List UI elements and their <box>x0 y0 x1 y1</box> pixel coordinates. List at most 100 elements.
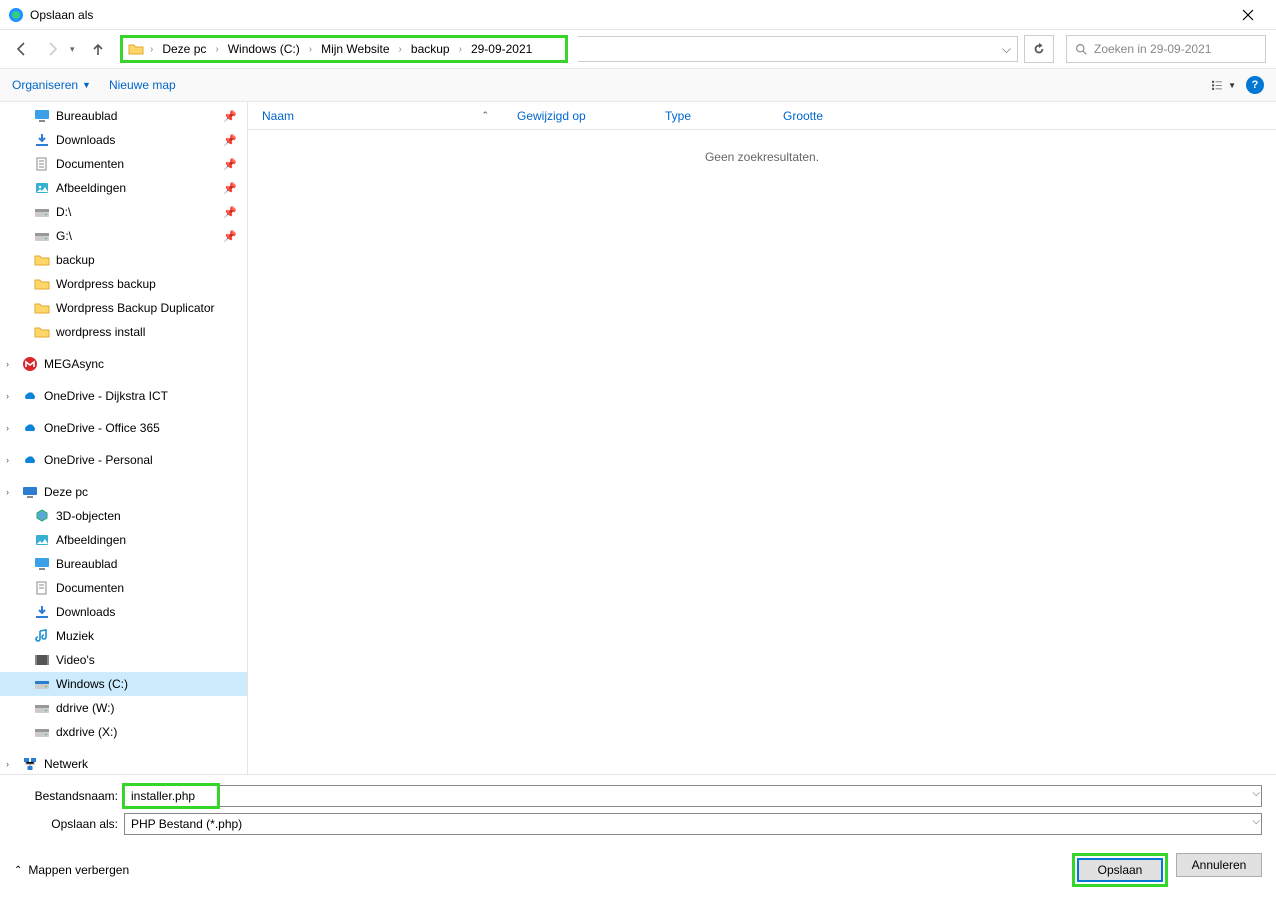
empty-results-message: Geen zoekresultaten. <box>248 130 1276 164</box>
network-icon <box>22 756 38 772</box>
up-button[interactable] <box>86 37 110 61</box>
column-size[interactable]: Grootte <box>769 109 889 123</box>
tree-item-label: wordpress install <box>56 325 145 339</box>
tree-item[interactable]: Afbeeldingen <box>0 528 247 552</box>
tree-item[interactable]: Bureaublad <box>0 552 247 576</box>
chevron-down-icon: ▼ <box>1228 81 1236 90</box>
pin-icon: 📌 <box>223 158 237 171</box>
column-name[interactable]: Naam ⌃ <box>248 109 503 123</box>
tree-item-label: dxdrive (X:) <box>56 725 117 739</box>
expand-chevron-icon[interactable]: › <box>6 359 9 369</box>
tree-item[interactable]: 3D-objecten <box>0 504 247 528</box>
tree-item[interactable]: Wordpress backup <box>0 272 247 296</box>
breadcrumb-item[interactable]: 29-09-2021 <box>467 40 536 58</box>
tree-item-label: Deze pc <box>44 485 88 499</box>
pictures-lib-icon <box>34 532 50 548</box>
tree-item-label: G:\ <box>56 229 72 243</box>
tree-item-label: Documenten <box>56 581 124 595</box>
organize-button[interactable]: Organiseren ▼ <box>12 78 91 92</box>
tree-item-label: Bureaublad <box>56 109 117 123</box>
video-icon <box>34 652 50 668</box>
filename-input[interactable] <box>124 785 1262 807</box>
tree-item[interactable]: ›Netwerk <box>0 752 247 774</box>
tree-item[interactable]: Wordpress Backup Duplicator <box>0 296 247 320</box>
tree-item[interactable]: › OneDrive - Office 365 <box>0 416 247 440</box>
tree-item[interactable]: › OneDrive - Personal <box>0 448 247 472</box>
download-lib-icon <box>34 604 50 620</box>
refresh-button[interactable] <box>1024 35 1054 63</box>
tree-item[interactable]: ›MEGAsync <box>0 352 247 376</box>
forward-button[interactable] <box>40 37 64 61</box>
tree-item[interactable]: wordpress install <box>0 320 247 344</box>
tree-item[interactable]: ›OneDrive - Dijkstra ICT <box>0 384 247 408</box>
tree-item-label: Downloads <box>56 605 115 619</box>
tree-item[interactable]: Downloads <box>0 600 247 624</box>
tree-item[interactable]: backup <box>0 248 247 272</box>
search-placeholder: Zoeken in 29-09-2021 <box>1094 42 1211 56</box>
column-type[interactable]: Type <box>651 109 769 123</box>
expand-chevron-icon[interactable]: › <box>6 487 9 497</box>
tree-item[interactable]: dxdrive (X:) <box>0 720 247 744</box>
saveas-label: Opslaan als: <box>14 817 124 831</box>
tree-item[interactable]: D:\📌 <box>0 200 247 224</box>
expand-chevron-icon[interactable]: › <box>6 423 9 433</box>
help-button[interactable]: ? <box>1246 76 1264 94</box>
file-list-area: Naam ⌃ Gewijzigd op Type Grootte Geen zo… <box>248 102 1276 774</box>
chevron-right-icon: › <box>456 44 465 55</box>
onedrive-icon <box>22 452 38 468</box>
save-footer: Bestandsnaam: ⌵ Opslaan als: ⌵ ⌃ Mappen … <box>0 774 1276 897</box>
tree-item[interactable]: Bureaublad📌 <box>0 104 247 128</box>
search-input[interactable]: Zoeken in 29-09-2021 <box>1066 35 1266 63</box>
folder-icon <box>34 252 50 268</box>
save-button[interactable]: Opslaan <box>1077 858 1163 882</box>
chevron-up-icon: ⌃ <box>14 865 22 876</box>
tree-item[interactable]: Windows (C:) <box>0 672 247 696</box>
titlebar: Opslaan als <box>0 0 1276 30</box>
tree-item[interactable]: Documenten 📌 <box>0 152 247 176</box>
desktop-blue-icon <box>34 108 50 124</box>
tree-item[interactable]: Muziek <box>0 624 247 648</box>
breadcrumb[interactable]: › Deze pc › Windows (C:) › Mijn Website … <box>120 35 568 63</box>
breadcrumb-dropdown[interactable]: ⌵ <box>578 36 1019 62</box>
onedrive-icon <box>22 388 38 404</box>
pictures-icon <box>34 180 50 196</box>
hide-folders-toggle[interactable]: ⌃ Mappen verbergen <box>14 863 129 877</box>
tree-item[interactable]: Downloads📌 <box>0 128 247 152</box>
close-button[interactable] <box>1228 0 1268 30</box>
breadcrumb-item[interactable]: Deze pc <box>158 40 210 58</box>
breadcrumb-item[interactable]: Mijn Website <box>317 40 393 58</box>
breadcrumb-item[interactable]: Windows (C:) <box>224 40 304 58</box>
pin-icon: 📌 <box>223 182 237 195</box>
tree-item-label: Documenten <box>56 157 124 171</box>
tree-item[interactable]: › Deze pc <box>0 480 247 504</box>
back-button[interactable] <box>10 37 34 61</box>
expand-chevron-icon[interactable]: › <box>6 391 9 401</box>
toolbar: Organiseren ▼ Nieuwe map ▼ ? <box>0 68 1276 102</box>
drive-icon <box>34 204 50 220</box>
mega-icon <box>22 356 38 372</box>
drive-icon <box>34 228 50 244</box>
navigation-tree[interactable]: Bureaublad📌Downloads📌Documenten📌Afbeeldi… <box>0 102 248 774</box>
expand-chevron-icon[interactable]: › <box>6 759 9 769</box>
tree-item-label: OneDrive - Office 365 <box>44 421 160 435</box>
folder-icon <box>34 276 50 292</box>
tree-item[interactable]: ddrive (W:) <box>0 696 247 720</box>
saveas-type-select[interactable] <box>124 813 1262 835</box>
column-modified[interactable]: Gewijzigd op <box>503 109 651 123</box>
drive-icon <box>34 724 50 740</box>
main-area: Bureaublad📌Downloads📌Documenten📌Afbeeldi… <box>0 102 1276 774</box>
tree-item[interactable]: Afbeeldingen📌 <box>0 176 247 200</box>
tree-item-label: OneDrive - Personal <box>44 453 153 467</box>
new-folder-button[interactable]: Nieuwe map <box>109 78 176 92</box>
tree-item[interactable]: G:\📌 <box>0 224 247 248</box>
filename-label: Bestandsnaam: <box>14 789 124 803</box>
breadcrumb-item[interactable]: backup <box>407 40 454 58</box>
tree-item[interactable]: Documenten <box>0 576 247 600</box>
history-dropdown[interactable]: ▾ <box>70 44 80 55</box>
view-options-button[interactable]: ▼ <box>1212 73 1236 97</box>
search-icon <box>1075 43 1088 56</box>
tree-item[interactable]: Video's <box>0 648 247 672</box>
expand-chevron-icon[interactable]: › <box>6 455 9 465</box>
sort-arrow-icon: ⌃ <box>481 110 489 121</box>
cancel-button[interactable]: Annuleren <box>1176 853 1262 877</box>
